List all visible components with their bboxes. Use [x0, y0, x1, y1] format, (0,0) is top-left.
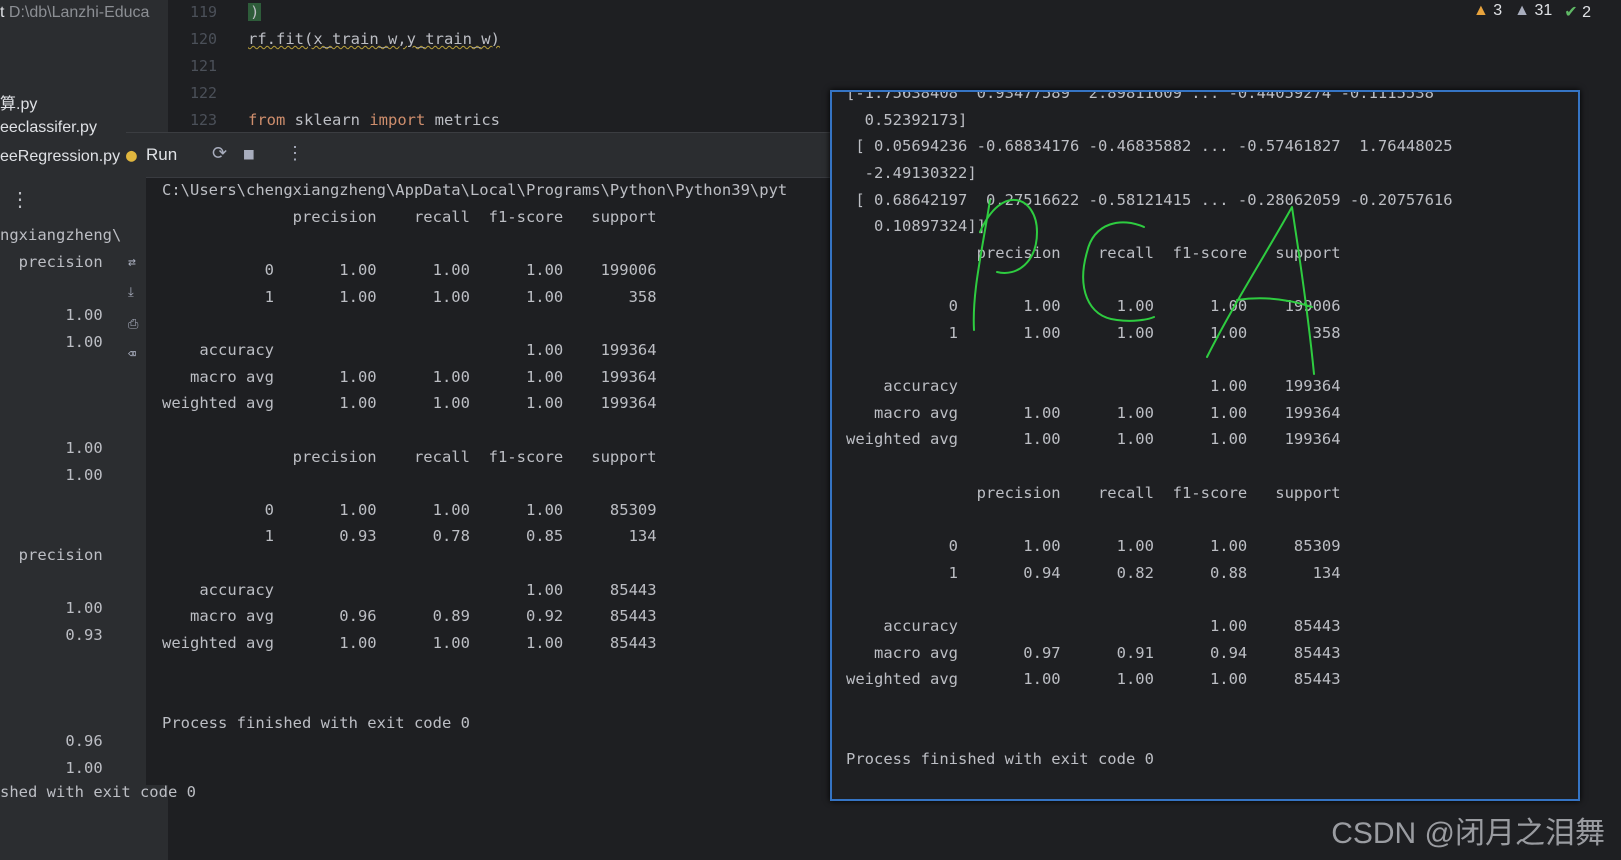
scroll-to-end-icon[interactable]: ⤓: [128, 285, 134, 300]
console-line: C:\Users\chengxiangzheng\AppData\Local\P…: [162, 181, 788, 199]
code-line-123[interactable]: from sklearn import metrics: [248, 111, 500, 129]
code-text: sklearn: [285, 111, 370, 129]
run-side-toolbar: ⇄ ⤓ ⎙ ⌫: [126, 177, 146, 785]
line-number: 119: [190, 3, 218, 21]
console-line: 0.93: [0, 625, 103, 644]
console-line: weighted avg 1.00 1.00 1.00 85443: [162, 634, 657, 653]
pca-output-window: [-1.75638408 0.93477589 2.89811609 ... -…: [830, 90, 1580, 801]
console-line: accuracy 1.00 85443: [162, 580, 657, 599]
file-item[interactable]: eeRegression.py: [0, 148, 120, 166]
warnings-count: 3: [1493, 2, 1503, 19]
warnings-indicator[interactable]: ▲ 3: [1473, 2, 1502, 22]
console-line: precision recall f1-score support: [162, 447, 657, 466]
more-options-icon[interactable]: ⋮: [10, 187, 30, 211]
console-line: 0.96: [0, 732, 103, 751]
line-number: 121: [190, 57, 218, 75]
console-line: 1.00: [0, 332, 103, 351]
keyword: from: [248, 111, 286, 129]
check-icon: ✔: [1564, 4, 1578, 21]
console-line: ngxiangzheng\: [0, 226, 122, 244]
handwritten-pca-annotation: [972, 199, 1315, 375]
stop-icon[interactable]: ■: [244, 144, 254, 163]
project-label: t: [0, 4, 5, 21]
python-icon: ●: [126, 145, 137, 166]
inspection-widget[interactable]: ▲ 3 ▲ 31 ✔ 2: [1473, 2, 1591, 22]
console-line: 1.00: [0, 465, 103, 484]
weak-warning-icon: ▲: [1514, 2, 1530, 19]
console-line: precision recall f1-score support: [162, 207, 657, 226]
code-line-120[interactable]: rf.fit(x_train_w,y_train_w): [248, 30, 500, 48]
rerun-icon[interactable]: ⟳: [212, 143, 227, 164]
console-line: 0 1.00 1.00 1.00 199006: [162, 260, 657, 279]
handwriting-c: [1082, 221, 1155, 322]
console-line: Process finished with exit code 0: [162, 714, 470, 732]
run-toolbar: ● Run ⟳ ■ ⋮: [126, 133, 832, 178]
keyword: import: [369, 111, 426, 129]
console-line: 0 1.00 1.00 1.00 85309: [162, 500, 657, 519]
file-item[interactable]: eeclassifer.py: [0, 119, 97, 137]
background-exit-text: shed with exit code 0: [0, 783, 196, 801]
console-line: 1 0.93 0.78 0.85 134: [162, 527, 657, 546]
clear-icon[interactable]: ⌫: [128, 347, 136, 362]
project-path: D:\db\Lanzhi-Educa: [8, 4, 150, 21]
run-tab[interactable]: Run: [146, 145, 177, 165]
project-title[interactable]: t D:\db\Lanzhi-Educa: [0, 4, 149, 22]
more-icon[interactable]: ⋮: [286, 143, 304, 164]
ok-indicator[interactable]: ✔ 2: [1564, 2, 1591, 22]
console-line: 1.00: [0, 305, 103, 324]
file-item[interactable]: 算.py: [0, 90, 37, 114]
weak-warnings-indicator[interactable]: ▲ 31: [1514, 2, 1552, 22]
run-tool-window: ● Run ⟳ ■ ⋮ ⇄ ⤓ ⎙ ⌫ C:\Users\chengxiangz…: [126, 132, 832, 785]
console-line: accuracy 1.00 199364: [162, 340, 657, 359]
handwriting-a: [1206, 206, 1315, 375]
line-number: 123: [190, 111, 218, 129]
weak-warnings-count: 31: [1534, 2, 1553, 19]
handwriting-p: [972, 199, 1038, 331]
console-line: 1.00: [0, 599, 103, 618]
code-text: metrics: [425, 111, 500, 129]
print-icon[interactable]: ⎙: [128, 317, 138, 332]
console-line: weighted avg 1.00 1.00 1.00 199364: [162, 394, 657, 413]
code-line-119[interactable]: ): [248, 3, 262, 21]
warning-icon: ▲: [1472, 2, 1489, 19]
csdn-watermark: CSDN @闭月之泪舞: [1331, 817, 1605, 850]
console-line: 1.00: [0, 439, 103, 458]
ok-count: 2: [1582, 4, 1591, 21]
console-line: macro avg 1.00 1.00 1.00 199364: [162, 367, 657, 386]
line-number: 120: [190, 30, 218, 48]
console-line: 1 1.00 1.00 1.00 358: [162, 287, 657, 306]
console-line: macro avg 0.96 0.89 0.92 85443: [162, 607, 657, 626]
console-line: 1.00: [0, 759, 103, 777]
line-number: 122: [190, 84, 218, 102]
wrap-icon[interactable]: ⇄: [128, 255, 136, 270]
console-line: precision: [0, 545, 103, 564]
console-line: precision: [0, 252, 103, 271]
